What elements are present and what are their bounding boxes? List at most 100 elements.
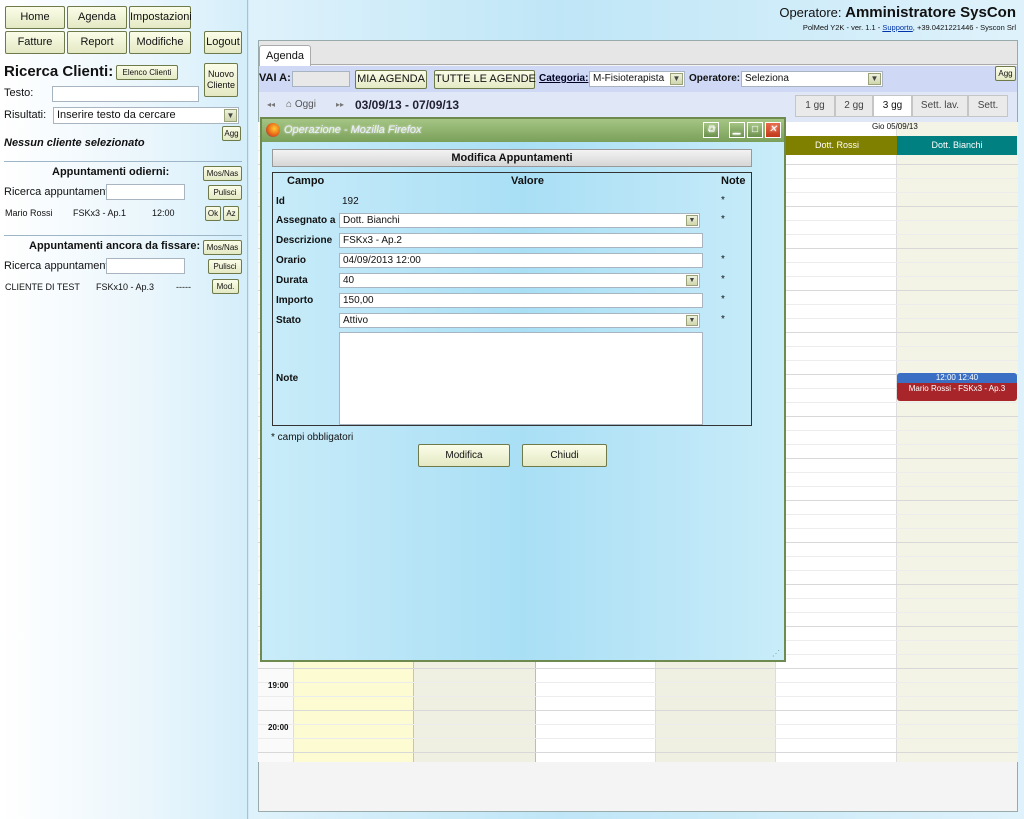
operazione-dialog: Operazione - Mozilla Firefox ⧉ ▁ □ ✕ Mod… bbox=[260, 117, 786, 662]
mod-button[interactable]: Mod. bbox=[212, 279, 239, 294]
view-1gg-tab[interactable]: 1 gg bbox=[795, 95, 835, 117]
id-label: Id bbox=[276, 196, 285, 207]
view-settlav-tab[interactable]: Sett. lav. bbox=[912, 95, 968, 117]
version-contact: , +39.0421221446 - Syscon Srl bbox=[912, 23, 1016, 32]
appt-pending-title: Appuntamenti ancora da fissare: bbox=[29, 240, 201, 252]
fatture-button[interactable]: Fatture bbox=[5, 31, 65, 54]
calendar-event[interactable]: 12:00 12:40 Mario Rossi - FSKx3 - Ap.3 bbox=[897, 373, 1017, 401]
resize-grip-icon[interactable]: ⋰ bbox=[772, 649, 780, 658]
testo-label: Testo: bbox=[4, 87, 34, 99]
descrizione-input[interactable]: FSKx3 - Ap.2 bbox=[339, 233, 703, 248]
grid-line bbox=[258, 752, 1018, 753]
home-icon: ⌂ bbox=[286, 99, 293, 110]
operator-name: Amministratore SysCon bbox=[845, 4, 1016, 21]
chevron-down-icon: ▼ bbox=[686, 315, 698, 326]
durata-value: 40 bbox=[343, 275, 355, 286]
mos-nas-button[interactable]: Mos/Nas bbox=[203, 240, 242, 255]
agenda-toolbar: VAI A: MIA AGENDA TUTTE LE AGENDE Catego… bbox=[259, 66, 1017, 92]
durata-select[interactable]: 40 ▼ bbox=[339, 273, 700, 288]
impostazioni-button[interactable]: Impostazioni bbox=[129, 6, 192, 29]
dialog-titlebar: Operazione - Mozilla Firefox ⧉ ▁ □ ✕ bbox=[262, 119, 784, 142]
grid-line bbox=[258, 724, 1018, 725]
maximize-icon[interactable]: □ bbox=[747, 122, 763, 138]
stato-value: Attivo bbox=[343, 315, 369, 326]
chevron-down-icon: ▼ bbox=[686, 275, 698, 286]
operator-label: Operatore: bbox=[779, 5, 842, 20]
importo-input[interactable]: 150,00 bbox=[339, 293, 703, 308]
testo-input[interactable] bbox=[52, 86, 199, 102]
vai-a-label: VAI A: bbox=[259, 72, 291, 84]
appointment-form: Campo Valore Note Id 192 * Assegnato a D… bbox=[272, 172, 752, 426]
minimize-icon[interactable]: ▁ bbox=[729, 122, 745, 138]
appt-client: Mario Rossi bbox=[5, 208, 53, 218]
mia-agenda-button[interactable]: MIA AGENDA bbox=[355, 70, 427, 89]
hour-label: 19:00 bbox=[268, 681, 289, 690]
az-button[interactable]: Az bbox=[223, 206, 239, 221]
divider bbox=[4, 161, 242, 162]
pulisci-button[interactable]: Pulisci bbox=[208, 185, 242, 200]
orario-input[interactable]: 04/09/2013 12:00 bbox=[339, 253, 703, 268]
appt-time: 12:00 bbox=[152, 208, 175, 218]
required-star: * bbox=[721, 254, 725, 265]
note-textarea[interactable] bbox=[339, 332, 703, 425]
importo-label: Importo bbox=[276, 295, 314, 306]
oggi-button[interactable]: ⌂ Oggi bbox=[286, 99, 316, 110]
assegnato-select[interactable]: Dott. Bianchi ▼ bbox=[339, 213, 700, 228]
cliente-label: Cliente bbox=[206, 80, 235, 90]
agg-button[interactable]: Agg bbox=[995, 66, 1016, 81]
pulisci-button[interactable]: Pulisci bbox=[208, 259, 242, 274]
day-header: Gio 05/09/13 bbox=[872, 122, 918, 131]
restore-icon[interactable]: ⧉ bbox=[703, 122, 719, 138]
ok-button[interactable]: Ok bbox=[205, 206, 221, 221]
appt-code: FSKx3 - Ap.1 bbox=[73, 208, 127, 218]
vai-a-input[interactable] bbox=[292, 71, 350, 87]
nuovo-cliente-button[interactable]: Nuovo Cliente bbox=[204, 63, 238, 97]
prev-button[interactable]: ◂◂ bbox=[267, 100, 275, 109]
ricerca-label: Ricerca appuntamenti: bbox=[4, 260, 115, 272]
chiudi-button[interactable]: Chiudi bbox=[522, 444, 607, 467]
tab-agenda[interactable]: Agenda bbox=[259, 45, 311, 66]
close-icon[interactable]: ✕ bbox=[765, 122, 781, 138]
rossi-column bbox=[776, 122, 897, 762]
operatore-select[interactable]: Seleziona ▼ bbox=[741, 71, 883, 87]
chevron-down-icon: ▼ bbox=[868, 73, 881, 85]
id-value: 192 bbox=[342, 196, 359, 207]
tab-strip: Agenda bbox=[259, 41, 1017, 66]
chevron-down-icon: ▼ bbox=[670, 73, 683, 85]
next-button[interactable]: ▸▸ bbox=[336, 100, 344, 109]
report-button[interactable]: Report bbox=[67, 31, 127, 54]
col-note: Note bbox=[721, 175, 746, 187]
stato-label: Stato bbox=[276, 315, 301, 326]
agenda-button[interactable]: Agenda bbox=[67, 6, 127, 29]
grid-line bbox=[258, 710, 1018, 711]
support-link[interactable]: Supporto bbox=[882, 23, 912, 32]
required-star: * bbox=[721, 195, 725, 206]
hour-label: 20:00 bbox=[268, 723, 289, 732]
no-client-text: Nessun cliente selezionato bbox=[4, 137, 145, 149]
col-campo: Campo bbox=[287, 175, 325, 187]
mos-nas-button[interactable]: Mos/Nas bbox=[203, 166, 242, 181]
modifica-button[interactable]: Modifica bbox=[418, 444, 510, 467]
date-range: 03/09/13 - 07/09/13 bbox=[355, 98, 460, 112]
required-star: * bbox=[721, 294, 725, 305]
view-sett-tab[interactable]: Sett. bbox=[968, 95, 1008, 117]
view-3gg-tab[interactable]: 3 gg bbox=[873, 95, 912, 117]
durata-label: Durata bbox=[276, 275, 308, 286]
required-star: * bbox=[721, 314, 725, 325]
grid-line bbox=[258, 738, 1018, 739]
categoria-label[interactable]: Categoria: bbox=[539, 73, 588, 84]
elenco-clienti-button[interactable]: Elenco Clienti bbox=[116, 65, 178, 80]
categoria-select[interactable]: M-Fisioterapista ▼ bbox=[589, 71, 685, 87]
modifiche-button[interactable]: Modifiche bbox=[129, 31, 191, 54]
ricerca-pending-input[interactable] bbox=[106, 258, 185, 274]
home-button[interactable]: Home bbox=[5, 6, 65, 29]
grid-line bbox=[258, 668, 1018, 669]
view-2gg-tab[interactable]: 2 gg bbox=[835, 95, 873, 117]
logout-button[interactable]: Logout bbox=[204, 31, 242, 54]
stato-select[interactable]: Attivo ▼ bbox=[339, 313, 700, 328]
oggi-label: Oggi bbox=[294, 99, 316, 110]
ricerca-today-input[interactable] bbox=[106, 184, 185, 200]
tutte-agende-button[interactable]: TUTTE LE AGENDE bbox=[434, 70, 536, 89]
agg-button[interactable]: Agg bbox=[222, 126, 241, 141]
risultati-select[interactable]: Inserire testo da cercare ▼ bbox=[53, 107, 239, 124]
